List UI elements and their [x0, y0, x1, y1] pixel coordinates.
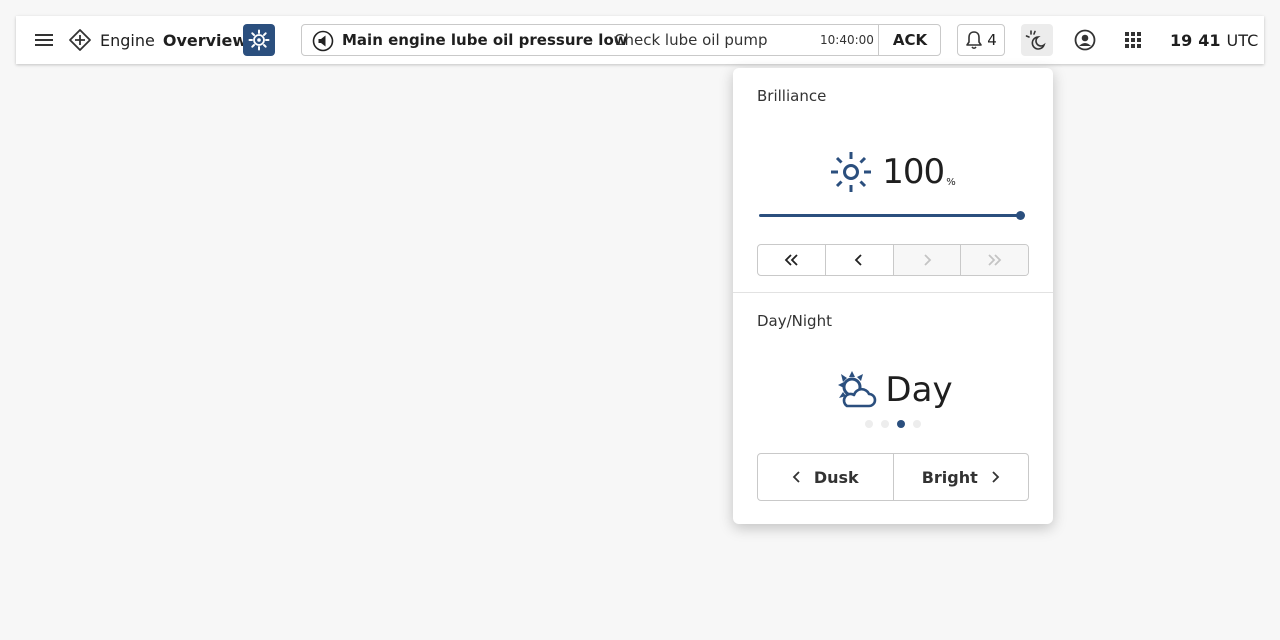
- notification-count: 4: [987, 31, 997, 49]
- app-title-prefix: Engine: [100, 30, 155, 50]
- brilliance-stepper: [757, 244, 1029, 276]
- daynight-buttons: Dusk Bright: [757, 453, 1029, 501]
- brilliance-slider-thumb[interactable]: [1016, 211, 1025, 220]
- sun-icon: [831, 152, 872, 192]
- double-chevron-left-icon: [785, 254, 799, 266]
- clock-minutes: 41: [1198, 30, 1221, 50]
- brilliance-moon-icon: [1025, 30, 1046, 50]
- panel-divider: [733, 292, 1053, 293]
- alert-speaker-icon: [312, 30, 334, 52]
- engine-gear-icon: [248, 29, 270, 51]
- alert-bar[interactable]: Main engine lube oil pressure low Check …: [301, 24, 941, 56]
- brilliance-title: Brilliance: [757, 87, 827, 105]
- step-up-button[interactable]: [893, 245, 962, 275]
- user-icon[interactable]: [1073, 28, 1097, 52]
- app-title: Engine Overview: [100, 28, 247, 52]
- brilliance-value: 100: [882, 152, 945, 192]
- apps-grid-icon[interactable]: [1121, 28, 1145, 52]
- dimming-button[interactable]: [1021, 24, 1053, 56]
- bell-icon: [966, 31, 983, 50]
- chevron-right-icon: [992, 471, 1000, 483]
- step-max-button[interactable]: [961, 245, 1028, 275]
- bright-button[interactable]: Bright: [894, 454, 1029, 500]
- chevron-right-icon: [924, 254, 932, 266]
- brilliance-slider-track[interactable]: [759, 214, 1021, 217]
- alert-message: Check lube oil pump: [614, 31, 768, 49]
- daynight-readout: Day: [733, 366, 1053, 414]
- dusk-label: Dusk: [813, 467, 859, 487]
- brilliance-unit: %: [946, 177, 956, 188]
- bright-label: Bright: [921, 467, 978, 487]
- mode-dot: [865, 420, 873, 428]
- mode-dot: [913, 420, 921, 428]
- chevron-left-icon: [792, 471, 800, 483]
- day-sun-cloud-icon: [838, 371, 877, 408]
- brilliance-popover: Brilliance 100 % Day/Night Day Dusk Brig…: [733, 68, 1053, 524]
- clock-zone: UTC: [1226, 30, 1259, 50]
- app-title-page: Overview: [162, 30, 248, 50]
- menu-icon[interactable]: [32, 28, 56, 52]
- chevron-left-icon: [854, 254, 862, 266]
- mode-dot-active: [897, 420, 905, 428]
- step-min-button[interactable]: [758, 245, 826, 275]
- notifications-button[interactable]: 4: [957, 24, 1005, 56]
- brilliance-readout: 100 %: [733, 150, 1053, 194]
- daynight-mode: Day: [885, 370, 953, 410]
- step-down-button[interactable]: [826, 245, 894, 275]
- mode-dot: [881, 420, 889, 428]
- navigation-diamond-icon: [68, 28, 92, 52]
- double-chevron-right-icon: [987, 254, 1001, 266]
- utc-clock: 19 41 UTC: [1170, 28, 1258, 52]
- ack-button[interactable]: ACK: [878, 25, 941, 55]
- daynight-title: Day/Night: [757, 312, 832, 330]
- clock-hours: 19: [1170, 30, 1193, 50]
- mode-indicator: [733, 420, 1053, 428]
- dusk-button[interactable]: Dusk: [758, 454, 894, 500]
- alert-time: 10:40:00: [820, 33, 874, 47]
- top-bar: Engine Overview Main engine lube oil pre…: [16, 16, 1264, 64]
- app-badge[interactable]: [243, 24, 275, 56]
- alert-title: Main engine lube oil pressure low: [342, 31, 628, 49]
